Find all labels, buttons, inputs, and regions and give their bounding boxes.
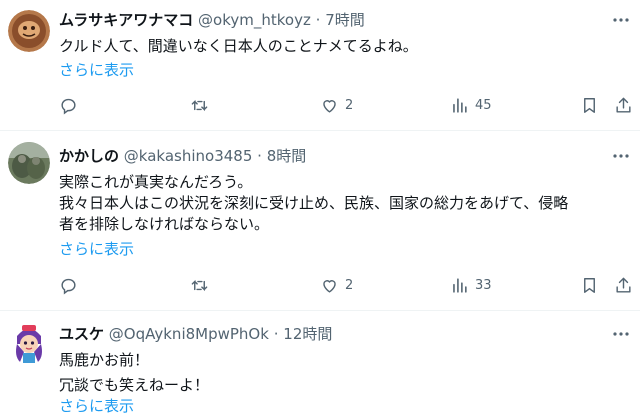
bookmark-icon [584, 277, 595, 293]
share-icon [616, 277, 631, 293]
tweet-line: 実際これが真実なんだろう。 [59, 173, 253, 191]
tweet-header: かかしの @kakashino3485 · 8時間 [59, 146, 600, 166]
avatar[interactable] [8, 10, 50, 52]
views-count: 45 [475, 97, 492, 113]
views-button[interactable]: 45 [450, 93, 492, 117]
views-count: 33 [475, 277, 492, 293]
tweet-line: 者を排除しなければならない。 [59, 215, 270, 233]
heart-icon [323, 99, 336, 113]
display-name[interactable]: ユスケ [59, 325, 104, 343]
bookmark-button[interactable] [580, 273, 599, 297]
share-icon [616, 97, 631, 113]
tweet-line: クルド人て、間違いなく日本人のことナメてるよね。 [59, 37, 418, 55]
like-button[interactable]: 2 [320, 93, 353, 117]
handle[interactable]: @kakashino3485 [124, 147, 253, 165]
tweet-3[interactable]: ユスケ @OqAykni8MpwPhOk · 12時間 馬鹿かお前！ 冗談でも笑… [0, 310, 640, 415]
avatar[interactable] [8, 142, 50, 184]
tweet-line: 冗談でも笑えねーよ！ [59, 376, 210, 394]
like-count: 2 [345, 277, 354, 293]
tweet-line: 馬鹿かお前！ [59, 351, 150, 369]
separator: · [315, 11, 321, 29]
display-name[interactable]: かかしの [59, 147, 119, 165]
separator: · [257, 147, 262, 165]
share-button[interactable] [614, 273, 633, 297]
heart-icon [323, 279, 336, 293]
timestamp[interactable]: 7時間 [325, 11, 365, 29]
retweet-icon [191, 279, 208, 291]
retweet-button[interactable] [190, 273, 209, 297]
display-name[interactable]: ムラサキアワナマコ [59, 11, 193, 29]
tweet-2[interactable]: かかしの @kakashino3485 · 8時間 実際これが真実なんだろう。 … [0, 130, 640, 311]
more-icon[interactable] [612, 147, 630, 165]
more-icon[interactable] [612, 325, 630, 343]
tweet-header: ムラサキアワナマコ @okym_htkoyz · 7時間 [59, 10, 600, 30]
timestamp[interactable]: 8時間 [267, 147, 307, 165]
tweet-text: 馬鹿かお前！ 冗談でも笑えねーよ！ [59, 350, 620, 396]
handle[interactable]: @OqAykni8MpwPhOk [109, 325, 269, 343]
handle[interactable]: @okym_htkoyz [198, 11, 311, 29]
views-icon [453, 97, 467, 113]
tweet-actions: 2 45 [0, 93, 640, 117]
tweet-line: 我々日本人はこの状況を深刻に受け止め、民族、国家の総力をあげて、侵略 [59, 194, 569, 212]
tweet-actions: 2 33 [0, 273, 640, 297]
reply-button[interactable] [59, 273, 78, 297]
reply-icon [61, 278, 76, 294]
show-more-link[interactable]: さらに表示 [59, 396, 134, 416]
tweet-text: クルド人て、間違いなく日本人のことナメてるよね。 [59, 36, 620, 57]
bookmark-icon [584, 97, 595, 113]
avatar[interactable] [8, 322, 50, 364]
bookmark-button[interactable] [580, 93, 599, 117]
like-count: 2 [345, 97, 354, 113]
retweet-icon [191, 99, 208, 111]
timestamp[interactable]: 12時間 [283, 325, 332, 343]
tweet-header: ユスケ @OqAykni8MpwPhOk · 12時間 [59, 324, 600, 344]
tweet-text: 実際これが真実なんだろう。 我々日本人はこの状況を深刻に受け止め、民族、国家の総… [59, 172, 620, 235]
reply-icon [61, 98, 76, 114]
share-button[interactable] [614, 93, 633, 117]
reply-button[interactable] [59, 93, 78, 117]
separator: · [273, 325, 279, 343]
show-more-link[interactable]: さらに表示 [59, 60, 134, 80]
views-icon [453, 277, 467, 293]
like-button[interactable]: 2 [320, 273, 353, 297]
retweet-button[interactable] [190, 93, 209, 117]
views-button[interactable]: 33 [450, 273, 492, 297]
tweet-1[interactable]: ムラサキアワナマコ @okym_htkoyz · 7時間 クルド人て、間違いなく… [0, 0, 640, 131]
show-more-link[interactable]: さらに表示 [59, 239, 134, 259]
more-icon[interactable] [612, 11, 630, 29]
